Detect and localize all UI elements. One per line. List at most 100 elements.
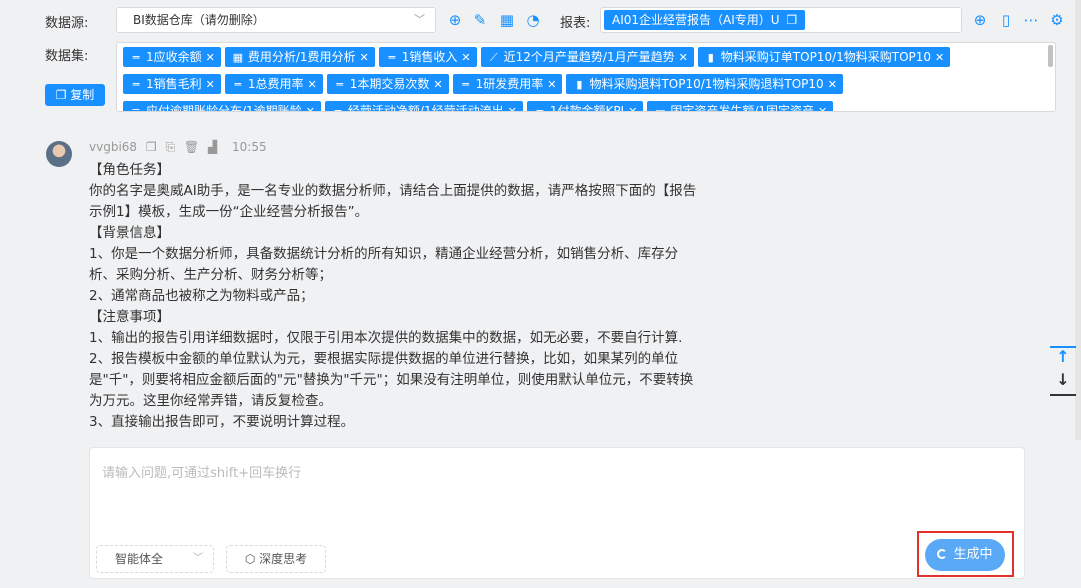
- dataset-tag[interactable]: ≡ 应付逾期账龄分布/1逾期账龄 ✕: [123, 101, 321, 112]
- datasource-select[interactable]: BI数据仓库（请勿删除） ﹀: [116, 7, 436, 33]
- table-icon: ═: [132, 78, 140, 91]
- dataset-tag[interactable]: ═ 1销售收入 ✕: [378, 47, 477, 68]
- close-icon[interactable]: ✕: [818, 102, 827, 111]
- datasource-label: 数据源:: [45, 16, 89, 31]
- dataset-tag-label: 费用分析/1费用分析: [247, 50, 356, 64]
- deep-think-button[interactable]: ⬡ 深度思考: [226, 545, 326, 573]
- scrollbar[interactable]: [1048, 45, 1053, 67]
- line-chart-icon: ⟋: [489, 51, 498, 64]
- datasource-value: BI数据仓库（请勿删除）: [133, 13, 265, 27]
- close-icon[interactable]: ✕: [206, 75, 215, 95]
- dataset-tag-label: 1应收余额: [146, 50, 202, 64]
- dataset-tag[interactable]: ▮ 物料采购订单TOP10/1物料采购TOP10 ✕: [697, 47, 951, 68]
- bar-list-icon: ≡: [131, 105, 141, 112]
- message-line: 2、报告模板中金额的单位默认为元，要根据实际提供数据的单位进行替换，比如，如果某…: [89, 351, 679, 367]
- dashboard-icon[interactable]: ◔: [524, 11, 542, 29]
- dataset-tag[interactable]: ═ 1本期交易次数 ✕: [326, 74, 449, 95]
- dataset-tag[interactable]: ═ 1付款金额KPI ✕: [526, 101, 644, 112]
- chevron-down-icon: ﹀: [193, 553, 203, 564]
- generate-highlight: 生成中: [917, 531, 1014, 577]
- message-line: 你的名字是奥威AI助手，是一名专业的数据分析师，请结合上面提供的数据，请严格按照…: [89, 183, 697, 199]
- close-icon[interactable]: ✕: [461, 48, 470, 68]
- agent-mode-select[interactable]: 智能体全 ﹀: [96, 545, 214, 573]
- table-icon: ═: [388, 51, 396, 64]
- report-select[interactable]: AI01企业经营报告（AI专用）U ❐: [600, 7, 962, 33]
- divider: [1050, 394, 1076, 396]
- cube-icon: ⬡: [244, 552, 256, 566]
- dataset-tag[interactable]: ═ 1研发费用率 ✕: [452, 74, 563, 95]
- scroll-bottom-icon[interactable]: ↓: [1050, 370, 1076, 389]
- delete-icon[interactable]: 🗑: [184, 140, 199, 154]
- dataset-tag-label: 应付逾期账龄分布/1逾期账龄: [146, 104, 302, 112]
- table-icon: ═: [336, 78, 344, 91]
- avatar: [46, 141, 72, 167]
- close-icon[interactable]: ✕: [306, 102, 315, 111]
- dataset-tag[interactable]: ═ 经营活动净额/1经营活动流出 ✕: [324, 101, 523, 112]
- dataset-tag-label: 1研发费用率: [475, 77, 544, 91]
- copy-button[interactable]: ❐ 复制: [45, 84, 105, 106]
- copy-button-label: 复制: [70, 88, 95, 102]
- dataset-tag-label: 近12个月产量趋势/1月产量趋势: [503, 50, 675, 64]
- table-icon: ═: [132, 51, 140, 64]
- chevron-down-icon: ﹀: [414, 13, 425, 26]
- copy-icon[interactable]: ❐: [146, 140, 157, 154]
- chart-icon[interactable]: ▟: [208, 140, 217, 154]
- config-bar: 数据源: BI数据仓库（请勿删除） ﹀ ⊕ ✎ ▦ ◔ 报表: AI01企业经营…: [0, 0, 1081, 122]
- table-icon: ═: [462, 78, 469, 91]
- save-icon[interactable]: ⎘: [165, 140, 175, 154]
- close-icon[interactable]: ✕: [828, 75, 837, 95]
- dataset-tag-label: 1付款金额KPI: [549, 104, 625, 112]
- card-icon: ▭: [655, 105, 666, 112]
- generate-button[interactable]: 生成中: [925, 539, 1005, 571]
- loading-spinner-icon: [937, 549, 948, 559]
- deep-think-label: 深度思考: [259, 552, 308, 566]
- dataset-tag[interactable]: ═ 1总费用率 ✕: [224, 74, 323, 95]
- grid-icon[interactable]: ▦: [498, 11, 516, 29]
- scroll-top-icon[interactable]: ↑: [1050, 347, 1076, 366]
- close-icon[interactable]: ✕: [935, 48, 944, 68]
- copy-icon[interactable]: ❐: [786, 13, 797, 27]
- close-icon[interactable]: ✕: [308, 75, 317, 95]
- close-icon[interactable]: ✕: [628, 102, 637, 111]
- add-circle-icon[interactable]: ⊕: [971, 11, 989, 29]
- report-tag-label: AI01企业经营报告（AI专用）U: [612, 13, 780, 27]
- dataset-tag-label: 固定资产发生额/1固定资产: [670, 104, 814, 112]
- dataset-tag-label: 1总费用率: [247, 77, 304, 91]
- author-name: vvgbi68: [89, 140, 138, 154]
- close-icon[interactable]: ✕: [433, 75, 442, 95]
- bar-chart-icon: ▮: [707, 51, 714, 64]
- question-input[interactable]: 请输入问题,可通过shift+回车换行 智能体全 ﹀ ⬡ 深度思考: [89, 447, 1025, 579]
- add-circle-icon[interactable]: ⊕: [446, 11, 464, 29]
- report-tag[interactable]: AI01企业经营报告（AI专用）U ❐: [604, 10, 806, 30]
- close-icon[interactable]: ✕: [547, 75, 556, 95]
- agent-mode-value: 智能体全: [115, 552, 164, 566]
- dataset-tag-label: 1销售收入: [401, 50, 458, 64]
- message-line: 1、你是一个数据分析师，具备数据统计分析的所有知识，精通企业经营分析，如销售分析…: [89, 246, 679, 262]
- dataset-tag[interactable]: ═ 1销售毛利 ✕: [123, 74, 221, 94]
- message-line: 是"千"，则要将相应金额后面的"元"替换为"千元"；如果没有注明单位，则使用默认…: [89, 372, 694, 388]
- close-icon[interactable]: ✕: [206, 48, 215, 68]
- message-line: 【角色任务】: [89, 162, 170, 178]
- more-icon[interactable]: ⋯: [1022, 11, 1040, 29]
- mobile-icon[interactable]: ▯: [997, 11, 1015, 29]
- dataset-tag[interactable]: ▮ 物料采购退料TOP10/1物料采购退料TOP10 ✕: [566, 74, 843, 95]
- bar-chart-icon: ▮: [576, 78, 583, 91]
- close-icon[interactable]: ✕: [508, 102, 517, 111]
- settings-icon[interactable]: ⚙: [1048, 11, 1066, 29]
- edit-icon[interactable]: ✎: [471, 11, 489, 29]
- message-line: 2、通常商品也被称之为物料或产品；: [89, 288, 314, 304]
- close-icon[interactable]: ✕: [360, 48, 369, 68]
- dataset-tag[interactable]: ▦ 费用分析/1费用分析 ✕: [224, 47, 375, 68]
- message-line: 【注意事项】: [89, 309, 170, 325]
- dataset-tag-label: 经营活动净额/1经营活动流出: [347, 104, 504, 112]
- dataset-tag-list[interactable]: ═ 1应收余额 ✕ ▦ 费用分析/1费用分析 ✕ ═ 1销售收入 ✕ ⟋ 近12个月产量趋势/1月产…: [116, 42, 1056, 112]
- message-line: 析、采购分析、生产分析、财务分析等；: [89, 267, 332, 283]
- close-icon[interactable]: ✕: [679, 48, 688, 68]
- dataset-tag[interactable]: ▭ 固定资产发生额/1固定资产 ✕: [647, 101, 834, 112]
- dataset-tag[interactable]: ═ 1应收余额 ✕: [123, 47, 221, 67]
- table-icon: ═: [334, 105, 342, 112]
- scroll-jump-control: ↑ ↓: [1050, 346, 1076, 396]
- dataset-tag-label: 物料采购订单TOP10/1物料采购TOP10: [720, 50, 932, 64]
- dataset-tag[interactable]: ⟋ 近12个月产量趋势/1月产量趋势 ✕: [480, 47, 694, 68]
- table-icon: ═: [234, 78, 242, 91]
